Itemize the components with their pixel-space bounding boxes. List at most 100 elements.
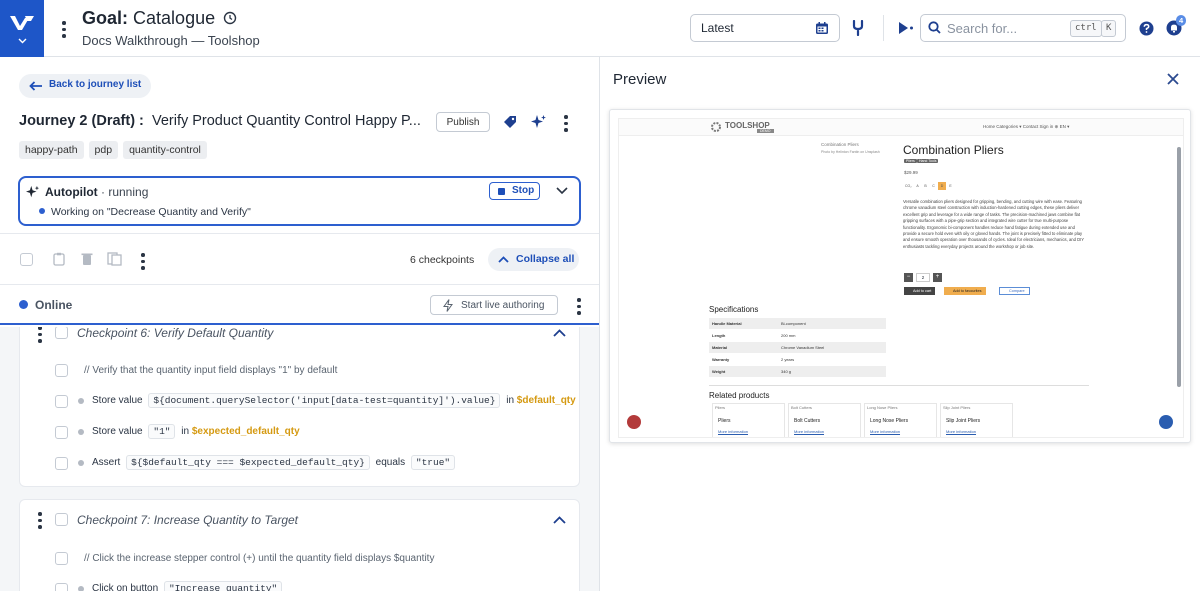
checkpoint-title[interactable]: Checkpoint 7: Increase Quantity to Targe… <box>77 513 298 527</box>
kbd-ctrl: ctrl <box>1070 20 1102 37</box>
co2-rating: A B C D E <box>914 182 954 190</box>
checkpoint-checkbox[interactable] <box>55 513 68 526</box>
co2-label: CO₂ <box>905 184 912 188</box>
help-icon[interactable] <box>1139 21 1154 36</box>
related-name: Pliers <box>718 418 731 424</box>
step-checkbox[interactable] <box>55 426 68 439</box>
chat-icon[interactable] <box>1159 415 1173 429</box>
spec-row: Handle Material Bi-component <box>709 318 886 329</box>
history-icon[interactable] <box>223 11 237 25</box>
compare-button[interactable]: Compare <box>999 287 1030 295</box>
autopilot-panel: Autopilot · running Working on "Decrease… <box>18 176 581 226</box>
status-dot <box>39 208 45 214</box>
tag-chip[interactable]: quantity-control <box>123 141 207 159</box>
logo-mark-icon <box>10 16 34 30</box>
trash-icon[interactable] <box>81 252 93 266</box>
more-information-link[interactable]: More information <box>794 429 824 434</box>
app-logo[interactable] <box>0 0 44 57</box>
increase-quantity-button[interactable]: + <box>933 273 942 282</box>
product-image: Combination Pliers <box>821 142 859 147</box>
preview-frame[interactable]: TOOLSHOP DEMO Home Categories ▾ Contact … <box>609 109 1191 443</box>
publish-button[interactable]: Publish <box>436 112 490 132</box>
step-row[interactable]: Store value "1" in $expected_default_qty <box>78 424 300 439</box>
step-checkbox[interactable] <box>55 364 68 377</box>
back-label: Back to journey list <box>49 79 142 90</box>
start-live-authoring-button[interactable]: Start live authoring <box>430 295 558 315</box>
checkpoint-title[interactable]: Checkpoint 6: Verify Default Quantity <box>77 327 273 340</box>
copy-icon[interactable] <box>107 252 123 266</box>
more-information-link[interactable]: More information <box>946 429 976 434</box>
goal-subtitle: Docs Walkthrough — Toolshop <box>82 33 260 48</box>
step-checkbox[interactable] <box>55 552 68 565</box>
connection-menu-icon[interactable] <box>577 298 581 315</box>
online-dot <box>19 300 28 309</box>
top-bar: Goal: Catalogue Docs Walkthrough — Tools… <box>0 0 1200 57</box>
add-to-favourites-button[interactable]: Add to favourites <box>944 287 986 295</box>
tag-list: happy-path pdp quantity-control <box>19 141 207 159</box>
search-input[interactable]: Search for... <box>947 21 1017 36</box>
related-product-card[interactable]: Pliers Pliers More information <box>712 403 785 437</box>
autopilot-header: Autopilot · running <box>45 185 149 199</box>
tag-chip[interactable]: happy-path <box>19 141 84 159</box>
divider <box>709 385 1089 386</box>
related-product-card[interactable]: Slip Joint Pliers Slip Joint Pliers More i… <box>940 403 1013 437</box>
more-information-link[interactable]: More information <box>718 429 748 434</box>
drag-handle-icon[interactable] <box>38 327 42 343</box>
calendar-icon <box>816 22 828 34</box>
rss-icon[interactable] <box>627 415 641 429</box>
quantity-input[interactable]: 2 <box>916 273 930 282</box>
quantity-stepper[interactable]: − 2 + <box>904 273 942 282</box>
checkpoint-count: 6 checkpoints <box>410 254 475 266</box>
related-name: Bolt Cutters <box>794 418 821 424</box>
ai-sparkle-icon[interactable] <box>531 114 547 130</box>
checkpoint-list: Checkpoint 6: Verify Default Quantity //… <box>0 327 599 591</box>
version-select[interactable]: Latest <box>690 14 840 42</box>
related-image: Pliers <box>715 405 726 410</box>
journey-menu-icon[interactable] <box>564 115 568 132</box>
chevron-up-icon <box>498 256 509 263</box>
step-checkbox[interactable] <box>55 457 68 470</box>
step-row[interactable]: Assert ${$default_qty === $expected_defa… <box>78 455 458 470</box>
step-checkbox[interactable] <box>55 395 68 408</box>
autopilot-sparkle-icon <box>26 185 40 198</box>
checkpoint-toolbar: 6 checkpoints Collapse all <box>0 233 599 285</box>
drag-handle-icon[interactable] <box>38 512 42 529</box>
stop-button[interactable]: Stop <box>489 182 540 200</box>
spec-row: Weight 340 g <box>709 366 886 377</box>
tag-chip[interactable]: pdp <box>88 141 119 159</box>
co2-grade: B <box>924 184 927 188</box>
collapse-all-button[interactable]: Collapse all <box>488 248 579 271</box>
chevron-down-icon[interactable] <box>556 187 568 195</box>
more-information-link[interactable]: More information <box>870 429 900 434</box>
close-icon[interactable] <box>1167 73 1179 85</box>
preview-title: Preview <box>613 71 667 88</box>
step-row[interactable]: Click on button "Increase quantity" <box>78 581 285 591</box>
goal-menu-icon[interactable] <box>62 21 66 38</box>
checkpoint-checkbox[interactable] <box>55 327 68 339</box>
arrow-left-icon <box>29 81 42 91</box>
related-product-card[interactable]: Bolt Cutters Bolt Cutters More information <box>788 403 861 437</box>
toolbar-menu-icon[interactable] <box>141 253 145 270</box>
related-product-card[interactable]: Long Nose Pliers Long Nose Pliers More inf… <box>864 403 937 437</box>
search-box[interactable]: Search for... ctrl K <box>920 14 1126 42</box>
select-all-checkbox[interactable] <box>20 253 33 266</box>
tag-icon[interactable] <box>503 115 517 129</box>
add-to-cart-button[interactable]: Add to cart <box>904 287 936 295</box>
shop-nav-links[interactable]: Home Categories ▾ Contact Sign in ⊕ EN ▾ <box>983 124 1069 130</box>
chevron-up-icon[interactable] <box>553 329 566 337</box>
paste-icon[interactable] <box>53 252 65 266</box>
chevron-up-icon[interactable] <box>553 516 566 524</box>
co2-grade: C <box>932 184 935 188</box>
online-status: Online <box>35 298 73 312</box>
branch-icon[interactable] <box>851 20 865 36</box>
step-row[interactable]: Store value ${document.querySelector('in… <box>78 393 576 408</box>
decrease-quantity-button[interactable]: − <box>904 273 913 282</box>
shop-scrollbar[interactable] <box>1177 147 1181 387</box>
run-icon[interactable] <box>897 21 915 35</box>
product-name: Combination Pliers <box>903 143 1004 157</box>
shop-page[interactable]: TOOLSHOP DEMO Home Categories ▾ Contact … <box>618 118 1184 438</box>
back-to-journey-list-button[interactable]: Back to journey list <box>19 74 152 98</box>
step-checkbox[interactable] <box>55 583 68 591</box>
notifications-button[interactable]: 4 <box>1166 15 1187 36</box>
notification-count: 4 <box>1176 15 1187 26</box>
